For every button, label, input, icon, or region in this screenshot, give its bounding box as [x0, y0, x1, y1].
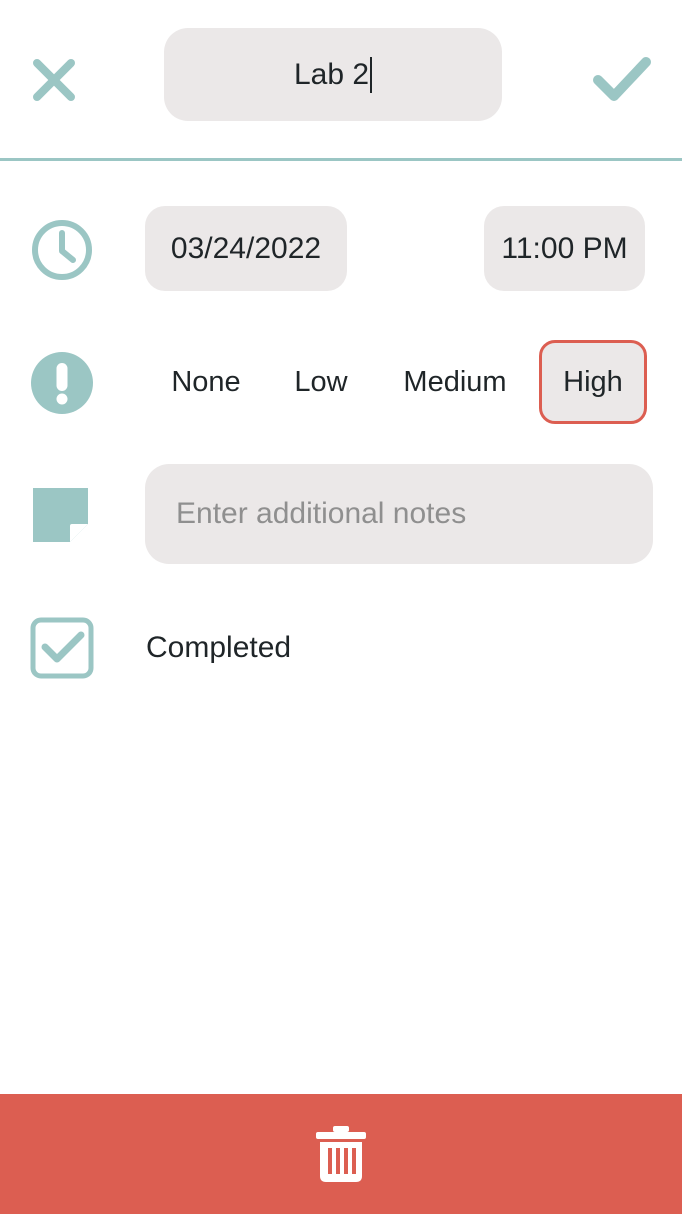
completed-label: Completed [146, 631, 292, 664]
header-bar: Lab 2 [0, 0, 682, 161]
exclamation-icon [30, 351, 94, 415]
priority-option-low[interactable]: Low [284, 340, 358, 424]
cancel-button[interactable] [24, 50, 84, 110]
confirm-button[interactable] [586, 44, 658, 116]
checkbox-checked-icon[interactable] [30, 617, 94, 679]
priority-option-medium[interactable]: Medium [392, 340, 518, 424]
title-input[interactable]: Lab 2 [164, 28, 502, 121]
close-icon [33, 59, 75, 101]
due-time-field[interactable]: 11:00 PM [484, 206, 645, 291]
delete-bar[interactable] [0, 1094, 682, 1214]
title-input-value: Lab 2 [293, 57, 370, 91]
text-caret [370, 56, 373, 93]
checkmark-icon [593, 57, 651, 101]
clock-icon [30, 218, 94, 282]
priority-option-none[interactable]: None [160, 340, 252, 424]
sticky-note-icon [30, 486, 92, 546]
trash-icon [316, 1126, 366, 1182]
delete-button[interactable] [311, 1122, 371, 1186]
due-date-field[interactable]: 03/24/2022 [145, 206, 347, 291]
notes-input[interactable]: Enter additional notes [145, 464, 653, 564]
priority-option-high[interactable]: High [539, 340, 647, 424]
